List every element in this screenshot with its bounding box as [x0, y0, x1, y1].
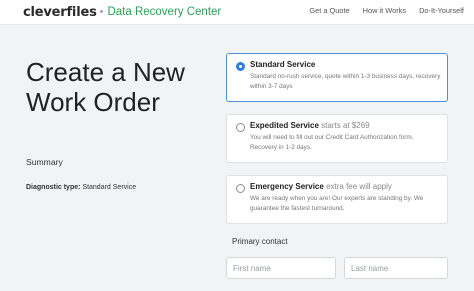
primary-contact-heading: Primary contact — [232, 237, 288, 246]
diagnostic-type-summary: Diagnostic type: Standard Service — [26, 184, 136, 191]
option-title: Standard Service — [250, 60, 315, 69]
top-nav: Get a Quote How it Works Do-It-Yourself — [309, 6, 464, 15]
diagnostic-type-label: Diagnostic type: — [26, 184, 81, 191]
radio-expedited-service[interactable] — [236, 123, 245, 132]
option-expedited-service[interactable]: Expedited Service starts at $269 You wil… — [226, 114, 448, 163]
option-title-main: Standard Service — [250, 60, 316, 69]
option-standard-service[interactable]: Standard Service Standard no-rush servic… — [226, 53, 448, 102]
nav-get-a-quote[interactable]: Get a Quote — [309, 6, 349, 15]
logo-brand: cleverfiles — [23, 4, 97, 20]
option-title-main: Emergency Service — [250, 182, 324, 191]
page-title: Create a New Work Order — [26, 57, 185, 117]
first-name-input[interactable] — [226, 257, 336, 279]
option-description: Standard no-rush service, quote within 1… — [250, 73, 441, 90]
logo-separator: • — [99, 6, 104, 18]
option-title-main: Expedited Service — [250, 121, 319, 130]
top-header: cleverfiles • Data Recovery Center Get a… — [0, 0, 474, 25]
option-title: Expedited Service starts at $269 — [250, 121, 370, 130]
option-description: You will need to fill out our Credit Car… — [250, 134, 414, 151]
option-price-note: starts at $269 — [321, 121, 370, 130]
nav-do-it-yourself[interactable]: Do-It-Yourself — [419, 6, 464, 15]
logo-subtitle: Data Recovery Center — [107, 6, 222, 18]
option-title: Emergency Service extra fee will apply — [250, 182, 392, 191]
radio-standard-service[interactable] — [236, 62, 245, 71]
last-name-input[interactable] — [344, 257, 448, 279]
option-emergency-service[interactable]: Emergency Service extra fee will apply W… — [226, 175, 448, 224]
diagnostic-type-value: Standard Service — [82, 184, 137, 191]
logo[interactable]: cleverfiles • Data Recovery Center — [23, 4, 221, 20]
nav-how-it-works[interactable]: How it Works — [363, 6, 406, 15]
option-fee-note: extra fee will apply — [326, 182, 392, 191]
radio-emergency-service[interactable] — [236, 184, 245, 193]
summary-heading: Summary — [26, 157, 63, 167]
option-description: We are ready when you are! Our experts a… — [250, 195, 424, 212]
